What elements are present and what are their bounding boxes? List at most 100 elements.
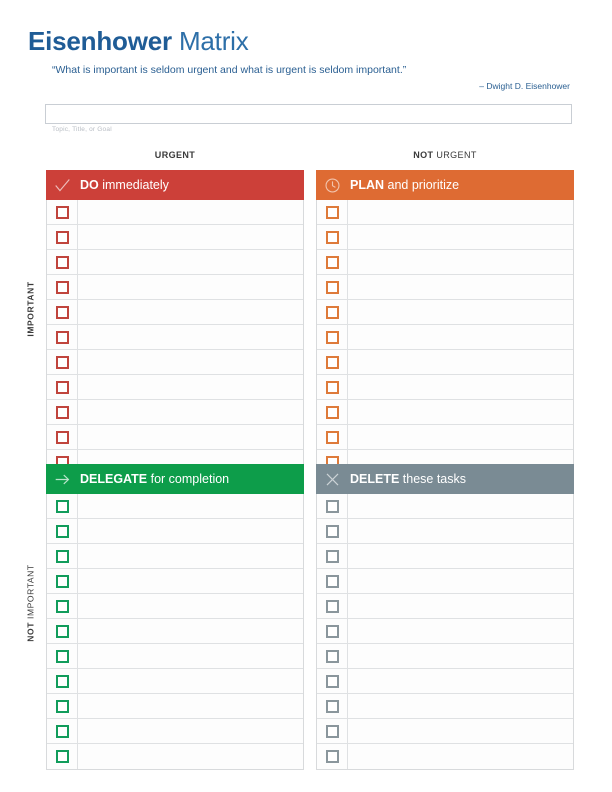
task-checkbox-cell[interactable] [317, 375, 348, 399]
task-text-field[interactable] [348, 519, 573, 543]
task-text-field[interactable] [78, 400, 303, 424]
task-checkbox[interactable] [55, 230, 69, 244]
task-text-field[interactable] [78, 619, 303, 643]
task-checkbox[interactable] [325, 430, 339, 444]
task-text-field[interactable] [78, 644, 303, 668]
task-text-field[interactable] [348, 494, 573, 518]
task-checkbox[interactable] [325, 599, 339, 613]
task-text-field[interactable] [348, 619, 573, 643]
task-text-field[interactable] [78, 375, 303, 399]
task-text-field[interactable] [78, 300, 303, 324]
task-checkbox[interactable] [55, 380, 69, 394]
task-checkbox[interactable] [55, 355, 69, 369]
task-checkbox[interactable] [55, 430, 69, 444]
task-text-field[interactable] [78, 325, 303, 349]
task-text-field[interactable] [348, 744, 573, 769]
task-checkbox-cell[interactable] [47, 619, 78, 643]
task-checkbox[interactable] [55, 330, 69, 344]
task-checkbox[interactable] [325, 724, 339, 738]
task-text-field[interactable] [78, 694, 303, 718]
task-checkbox-cell[interactable] [47, 225, 78, 249]
task-checkbox[interactable] [55, 405, 69, 419]
task-text-field[interactable] [78, 719, 303, 743]
task-text-field[interactable] [348, 400, 573, 424]
task-checkbox[interactable] [325, 750, 339, 763]
task-checkbox[interactable] [325, 524, 339, 538]
task-checkbox[interactable] [325, 549, 339, 563]
task-checkbox[interactable] [55, 499, 69, 513]
task-checkbox-cell[interactable] [317, 400, 348, 424]
task-checkbox-cell[interactable] [47, 644, 78, 668]
task-checkbox[interactable] [55, 674, 69, 688]
task-checkbox-cell[interactable] [47, 694, 78, 718]
task-text-field[interactable] [78, 350, 303, 374]
task-text-field[interactable] [348, 225, 573, 249]
task-text-field[interactable] [348, 425, 573, 449]
task-checkbox-cell[interactable] [47, 325, 78, 349]
task-checkbox-cell[interactable] [317, 425, 348, 449]
task-checkbox[interactable] [55, 549, 69, 563]
task-checkbox[interactable] [325, 674, 339, 688]
task-text-field[interactable] [78, 200, 303, 224]
task-checkbox[interactable] [325, 230, 339, 244]
task-checkbox-cell[interactable] [47, 300, 78, 324]
task-checkbox-cell[interactable] [317, 744, 348, 769]
task-checkbox-cell[interactable] [317, 350, 348, 374]
task-text-field[interactable] [78, 744, 303, 769]
task-text-field[interactable] [348, 300, 573, 324]
task-checkbox-cell[interactable] [317, 200, 348, 224]
task-checkbox[interactable] [55, 305, 69, 319]
task-checkbox-cell[interactable] [317, 250, 348, 274]
task-checkbox-cell[interactable] [317, 619, 348, 643]
task-checkbox-cell[interactable] [317, 544, 348, 568]
task-text-field[interactable] [78, 425, 303, 449]
task-text-field[interactable] [348, 275, 573, 299]
task-checkbox-cell[interactable] [317, 494, 348, 518]
task-text-field[interactable] [348, 694, 573, 718]
task-checkbox[interactable] [325, 205, 339, 219]
task-checkbox[interactable] [325, 255, 339, 269]
task-checkbox-cell[interactable] [317, 300, 348, 324]
task-checkbox[interactable] [55, 599, 69, 613]
task-checkbox-cell[interactable] [47, 569, 78, 593]
task-text-field[interactable] [348, 200, 573, 224]
task-checkbox[interactable] [325, 380, 339, 394]
task-checkbox[interactable] [55, 750, 69, 763]
task-checkbox[interactable] [325, 574, 339, 588]
task-text-field[interactable] [348, 669, 573, 693]
task-checkbox-cell[interactable] [47, 350, 78, 374]
task-checkbox[interactable] [325, 280, 339, 294]
task-checkbox[interactable] [325, 405, 339, 419]
task-text-field[interactable] [348, 644, 573, 668]
task-checkbox-cell[interactable] [317, 519, 348, 543]
task-checkbox-cell[interactable] [317, 719, 348, 743]
task-checkbox[interactable] [55, 699, 69, 713]
task-checkbox[interactable] [55, 280, 69, 294]
task-checkbox-cell[interactable] [47, 200, 78, 224]
task-checkbox-cell[interactable] [47, 250, 78, 274]
task-checkbox-cell[interactable] [47, 744, 78, 769]
task-text-field[interactable] [78, 275, 303, 299]
task-checkbox[interactable] [325, 355, 339, 369]
task-text-field[interactable] [348, 375, 573, 399]
task-checkbox[interactable] [325, 649, 339, 663]
task-checkbox-cell[interactable] [47, 519, 78, 543]
task-checkbox[interactable] [55, 205, 69, 219]
task-checkbox-cell[interactable] [47, 275, 78, 299]
task-checkbox-cell[interactable] [317, 225, 348, 249]
task-checkbox-cell[interactable] [317, 569, 348, 593]
task-text-field[interactable] [78, 569, 303, 593]
task-text-field[interactable] [348, 350, 573, 374]
task-checkbox-cell[interactable] [47, 375, 78, 399]
task-checkbox[interactable] [325, 699, 339, 713]
task-text-field[interactable] [78, 519, 303, 543]
task-checkbox[interactable] [325, 330, 339, 344]
task-checkbox[interactable] [55, 724, 69, 738]
task-text-field[interactable] [78, 250, 303, 274]
task-text-field[interactable] [78, 225, 303, 249]
task-checkbox[interactable] [325, 305, 339, 319]
task-checkbox[interactable] [55, 649, 69, 663]
task-checkbox-cell[interactable] [47, 425, 78, 449]
task-text-field[interactable] [348, 719, 573, 743]
task-checkbox-cell[interactable] [47, 494, 78, 518]
